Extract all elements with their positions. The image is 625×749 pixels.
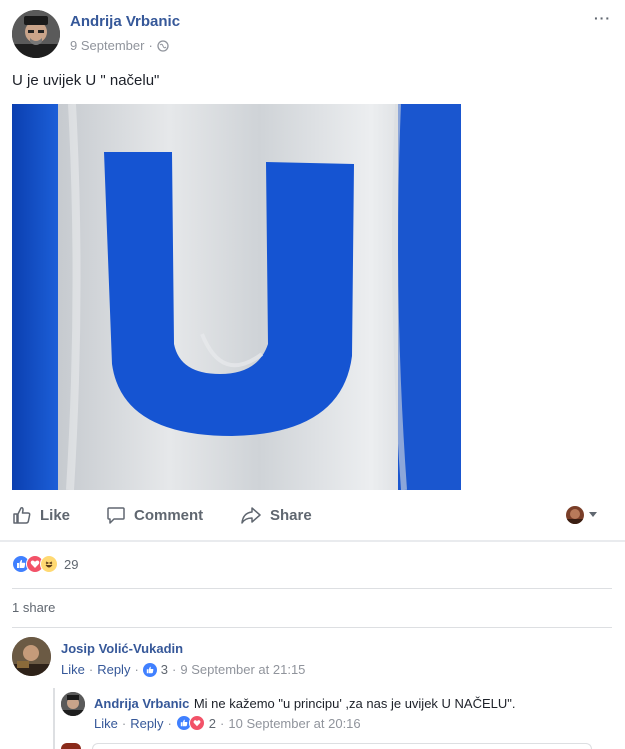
commenter-avatar[interactable]	[12, 637, 51, 676]
speech-bubble-icon	[106, 505, 126, 525]
like-icon	[142, 662, 157, 677]
like-label: Like	[40, 506, 71, 524]
reactions-summary[interactable]: 29	[12, 555, 78, 573]
post-text: U je uvijek U " načelu"	[12, 72, 160, 89]
comment-button[interactable]: Comment	[106, 505, 203, 525]
reply-thread-line	[53, 688, 55, 749]
post-photo[interactable]	[12, 104, 461, 490]
post-meta: 9 September ·	[70, 38, 169, 53]
comment-reply-link[interactable]: Reply	[97, 662, 130, 677]
divider	[0, 540, 625, 542]
comment-like-link[interactable]: Like	[61, 662, 85, 677]
separator: ·	[121, 715, 127, 731]
reply-input-avatar	[61, 743, 81, 749]
reply-reactions	[175, 715, 205, 731]
angry-icon	[188, 715, 205, 731]
comment-reaction-count[interactable]: 3	[161, 662, 168, 677]
separator: ·	[220, 715, 225, 731]
shares-count[interactable]: 1 share	[12, 600, 55, 615]
reply-author[interactable]: Andrija Vrbanic	[94, 696, 189, 711]
post-date[interactable]: 9 September	[70, 38, 144, 53]
reply-like-link[interactable]: Like	[94, 716, 118, 731]
author-avatar[interactable]	[12, 10, 60, 58]
post-author-name[interactable]: Andrija Vrbanic	[70, 13, 180, 30]
caret-down-icon	[588, 506, 598, 524]
more-options-button[interactable]: ···	[594, 10, 611, 26]
separator: ·	[134, 662, 139, 677]
thumbs-up-icon	[12, 505, 32, 525]
comment-label: Comment	[134, 506, 204, 524]
reply-reply-link[interactable]: Reply	[130, 716, 163, 731]
share-label: Share	[270, 506, 312, 524]
divider	[12, 588, 612, 589]
share-arrow-icon	[240, 505, 262, 525]
selector-avatar	[566, 506, 584, 524]
audience-selector[interactable]	[566, 506, 598, 524]
reply-input-box[interactable]	[92, 743, 592, 749]
haha-icon	[40, 555, 58, 573]
reactions-count: 29	[64, 556, 79, 572]
separator: ·	[172, 662, 177, 677]
reply-actions: Like · Reply · 2 · 10 September at 20:16	[94, 715, 361, 731]
separator: ·	[88, 662, 94, 677]
reply-timestamp[interactable]: 10 September at 20:16	[228, 716, 360, 731]
divider	[12, 627, 612, 628]
share-button[interactable]: Share	[240, 505, 312, 525]
comment-timestamp[interactable]: 9 September at 21:15	[180, 662, 305, 677]
meta-separator: ·	[148, 38, 153, 53]
separator: ·	[167, 715, 172, 731]
comment-author[interactable]: Josip Volić-Vukadin	[61, 641, 183, 656]
reply-body: Andrija Vrbanic Mi ne kažemo "u principu…	[94, 695, 516, 713]
comment-actions: Like · Reply · 3 · 9 September at 21:15	[61, 662, 305, 677]
reply-text: Mi ne kažemo "u principu' ,za nas je uvi…	[193, 696, 516, 711]
like-button[interactable]: Like	[12, 505, 70, 525]
reply-reaction-count[interactable]: 2	[209, 716, 216, 731]
reply-author-avatar[interactable]	[61, 692, 85, 716]
globe-icon	[157, 39, 169, 52]
